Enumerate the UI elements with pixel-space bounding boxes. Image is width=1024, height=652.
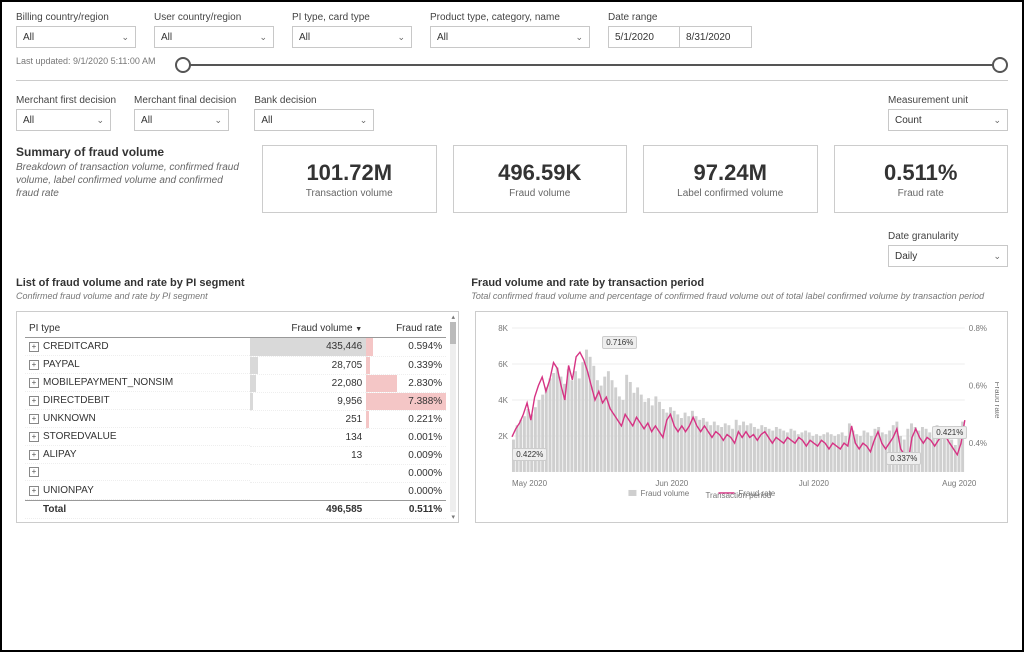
- svg-text:Fraud rate: Fraud rate: [993, 382, 999, 419]
- slider-end-knob[interactable]: [992, 57, 1008, 73]
- svg-text:2K: 2K: [498, 432, 508, 441]
- top-filter-row: Billing country/region All⌄ User country…: [16, 12, 1008, 48]
- merchant-first-select[interactable]: All⌄: [16, 109, 111, 131]
- kpi-fraud-volume: 496.59K Fraud volume: [453, 145, 628, 213]
- table-row[interactable]: +DIRECTDEBIT9,9567.388%: [25, 392, 446, 410]
- product-type-label: Product type, category, name: [430, 12, 590, 23]
- chart-annotation: 0.422%: [512, 448, 547, 461]
- kpi-transaction-volume: 101.72M Transaction volume: [262, 145, 437, 213]
- table-title: List of fraud volume and rate by PI segm…: [16, 277, 455, 289]
- chart-title: Fraud volume and rate by transaction per…: [471, 277, 1008, 289]
- chevron-down-icon: ⌄: [993, 115, 1001, 126]
- col-fraud-rate[interactable]: Fraud rate: [366, 320, 446, 338]
- billing-label: Billing country/region: [16, 12, 136, 23]
- date-granularity-label: Date granularity: [888, 231, 1008, 242]
- expand-icon[interactable]: +: [29, 360, 39, 370]
- svg-text:0.6%: 0.6%: [969, 382, 987, 391]
- expand-icon[interactable]: +: [29, 396, 39, 406]
- fraud-chart-panel: 2K 4K 6K 8K 0.4% 0.6% 0.8% Fraud rate May 2020 Ju…: [475, 311, 1008, 523]
- chevron-down-icon: ⌄: [96, 115, 104, 126]
- expand-icon[interactable]: +: [29, 342, 39, 352]
- pi-type-select[interactable]: All⌄: [292, 26, 412, 48]
- expand-icon[interactable]: +: [29, 467, 39, 477]
- user-region-label: User country/region: [154, 12, 274, 23]
- kpi-label-confirmed-volume: 97.24M Label confirmed volume: [643, 145, 818, 213]
- billing-select[interactable]: All⌄: [16, 26, 136, 48]
- slider-start-knob[interactable]: [175, 57, 191, 73]
- table-total-row: Total 496,585 0.511%: [25, 501, 446, 519]
- chevron-down-icon: ⌄: [397, 32, 405, 43]
- chevron-down-icon: ⌄: [121, 32, 129, 43]
- svg-text:Jun 2020: Jun 2020: [656, 479, 689, 488]
- merchant-first-label: Merchant first decision: [16, 95, 116, 106]
- svg-text:Jul 2020: Jul 2020: [799, 479, 830, 488]
- scroll-up-icon[interactable]: ▴: [450, 312, 456, 322]
- date-end-input[interactable]: 8/31/2020: [680, 26, 752, 48]
- svg-text:8K: 8K: [498, 324, 508, 333]
- table-row[interactable]: +CREDITCARD435,4460.594%: [25, 338, 446, 357]
- svg-text:Fraud volume: Fraud volume: [641, 489, 690, 498]
- date-range-label: Date range: [608, 12, 752, 23]
- merchant-final-label: Merchant final decision: [134, 95, 236, 106]
- fraud-chart: 2K 4K 6K 8K 0.4% 0.6% 0.8% Fraud rate May 2020 Ju…: [484, 320, 999, 500]
- date-range-slider[interactable]: [183, 64, 1000, 66]
- table-row[interactable]: +MOBILEPAYMENT_NONSIM22,0802.830%: [25, 374, 446, 392]
- bank-decision-select[interactable]: All⌄: [254, 109, 374, 131]
- table-row[interactable]: +STOREDVALUE1340.001%: [25, 428, 446, 446]
- chevron-down-icon: ⌄: [215, 115, 223, 126]
- last-updated-text: Last updated: 9/1/2020 5:11:00 AM: [16, 56, 155, 66]
- svg-text:0.4%: 0.4%: [969, 439, 987, 448]
- chevron-down-icon: ⌄: [360, 115, 368, 126]
- pi-segment-table: PI type Fraud volume ▼ Fraud rate +CREDI…: [25, 320, 446, 519]
- date-range-inputs[interactable]: 5/1/2020 8/31/2020: [608, 26, 752, 48]
- table-row[interactable]: +PAYPAL28,7050.339%: [25, 356, 446, 374]
- kpi-fraud-rate: 0.511% Fraud rate: [834, 145, 1009, 213]
- product-type-select[interactable]: All⌄: [430, 26, 590, 48]
- table-row[interactable]: +ALIPAY130.009%: [25, 446, 446, 464]
- measurement-unit-select[interactable]: Count⌄: [888, 109, 1008, 131]
- svg-text:May 2020: May 2020: [512, 479, 548, 488]
- expand-icon[interactable]: +: [29, 378, 39, 388]
- col-pi-type[interactable]: PI type: [25, 320, 250, 338]
- summary-desc: Breakdown of transaction volume, confirm…: [16, 161, 246, 200]
- summary-title: Summary of fraud volume: [16, 145, 246, 159]
- col-fraud-volume[interactable]: Fraud volume ▼: [250, 320, 366, 338]
- merchant-final-select[interactable]: All⌄: [134, 109, 229, 131]
- pi-segment-table-panel: PI type Fraud volume ▼ Fraud rate +CREDI…: [16, 311, 459, 523]
- chart-subtitle: Total confirmed fraud volume and percent…: [471, 291, 1008, 301]
- svg-text:Fraud rate: Fraud rate: [739, 489, 776, 498]
- svg-text:Aug 2020: Aug 2020: [942, 479, 977, 488]
- svg-text:4K: 4K: [498, 396, 508, 405]
- chevron-down-icon: ⌄: [993, 251, 1001, 262]
- divider: [16, 80, 1008, 81]
- table-row[interactable]: +UNIONPAY0.000%: [25, 482, 446, 501]
- scrollbar-thumb[interactable]: [450, 322, 456, 344]
- chart-annotation: 0.421%: [932, 426, 967, 439]
- svg-text:6K: 6K: [498, 360, 508, 369]
- expand-icon[interactable]: +: [29, 432, 39, 442]
- chevron-down-icon: ⌄: [575, 32, 583, 43]
- summary-row: Summary of fraud volume Breakdown of tra…: [16, 145, 1008, 213]
- user-region-select[interactable]: All⌄: [154, 26, 274, 48]
- scroll-down-icon[interactable]: ▾: [450, 512, 456, 522]
- expand-icon[interactable]: +: [29, 450, 39, 460]
- table-subtitle: Confirmed fraud volume and rate by PI se…: [16, 291, 455, 301]
- date-start-input[interactable]: 5/1/2020: [608, 26, 680, 48]
- expand-icon[interactable]: +: [29, 414, 39, 424]
- table-scrollbar[interactable]: ▴ ▾: [450, 312, 456, 522]
- chevron-down-icon: ⌄: [259, 32, 267, 43]
- chart-annotation: 0.716%: [602, 336, 637, 349]
- bank-decision-label: Bank decision: [254, 95, 374, 106]
- table-row[interactable]: +0.000%: [25, 464, 446, 482]
- pi-type-label: PI type, card type: [292, 12, 412, 23]
- table-row[interactable]: +UNKNOWN2510.221%: [25, 410, 446, 428]
- date-granularity-select[interactable]: Daily⌄: [888, 245, 1008, 267]
- measurement-unit-label: Measurement unit: [888, 95, 1008, 106]
- mid-filter-row: Merchant first decision All⌄ Merchant fi…: [16, 95, 1008, 131]
- svg-text:0.8%: 0.8%: [969, 324, 987, 333]
- chart-annotation: 0.337%: [886, 452, 921, 465]
- expand-icon[interactable]: +: [29, 486, 39, 496]
